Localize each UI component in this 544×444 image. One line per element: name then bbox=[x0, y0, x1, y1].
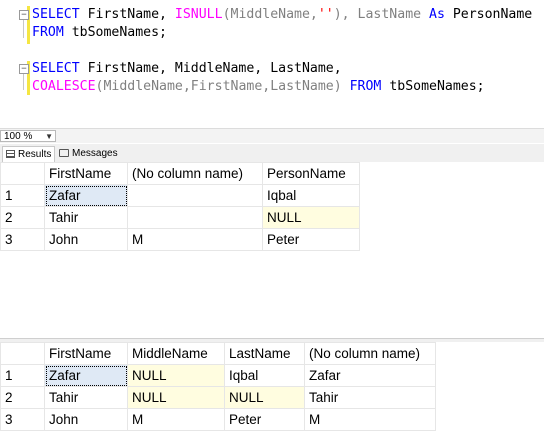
table-row[interactable]: 2 Tahir NULL bbox=[0, 206, 360, 229]
string-literal: '' bbox=[317, 7, 334, 22]
table-row[interactable]: 1 Zafar NULL Iqbal Zafar bbox=[0, 364, 436, 387]
table-cell[interactable]: M bbox=[127, 228, 263, 251]
header-row: FirstName (No column name) PersonName bbox=[0, 162, 360, 185]
keyword: As bbox=[429, 7, 445, 22]
code-text: FirstName, MiddleName, LastName, bbox=[79, 61, 342, 76]
results-table: FirstName MiddleName LastName (No column… bbox=[0, 342, 436, 431]
column-header[interactable]: MiddleName bbox=[127, 342, 225, 365]
tab-label: Messages bbox=[72, 148, 118, 159]
keyword: FROM bbox=[349, 79, 382, 94]
table-cell[interactable]: Zafar bbox=[304, 364, 436, 387]
results-tab-bar: Results Messages bbox=[0, 144, 544, 163]
keyword: SELECT bbox=[32, 61, 80, 76]
code-line[interactable]: SELECT FirstName, ISNULL(MiddleName,''),… bbox=[32, 6, 532, 24]
table-cell[interactable]: M bbox=[304, 408, 436, 431]
column-header[interactable]: FirstName bbox=[44, 342, 128, 365]
zoom-bar: 100 % ▼ bbox=[0, 128, 544, 143]
table-row[interactable]: 3 John M Peter bbox=[0, 228, 360, 251]
table-cell[interactable]: John bbox=[44, 228, 128, 251]
table-cell[interactable]: NULL bbox=[224, 386, 305, 409]
result-grid-2[interactable]: FirstName MiddleName LastName (No column… bbox=[0, 342, 544, 444]
table-cell[interactable]: Tahir bbox=[44, 206, 128, 229]
code-text: (MiddleName, bbox=[222, 7, 318, 22]
header-row: FirstName MiddleName LastName (No column… bbox=[0, 342, 436, 365]
table-cell[interactable] bbox=[127, 184, 263, 207]
query-editor[interactable]: − − SELECT FirstName, ISNULL(MiddleName,… bbox=[0, 0, 544, 128]
row-number[interactable]: 1 bbox=[0, 184, 45, 207]
code-line[interactable]: SELECT FirstName, MiddleName, LastName, bbox=[32, 60, 342, 78]
code-text: tbSomeNames; bbox=[381, 79, 485, 94]
code-text: PersonName bbox=[444, 7, 533, 22]
row-number[interactable]: 2 bbox=[0, 386, 45, 409]
table-cell[interactable]: Peter bbox=[224, 408, 305, 431]
row-number-header[interactable] bbox=[0, 162, 45, 185]
column-header[interactable]: PersonName bbox=[262, 162, 360, 185]
zoom-select[interactable]: 100 % ▼ bbox=[0, 130, 56, 142]
column-header[interactable]: (No column name) bbox=[304, 342, 436, 365]
table-cell[interactable]: NULL bbox=[127, 364, 225, 387]
row-number[interactable]: 1 bbox=[0, 364, 45, 387]
table-cell[interactable]: NULL bbox=[127, 386, 225, 409]
tab-results[interactable]: Results bbox=[2, 146, 55, 162]
table-cell[interactable] bbox=[127, 206, 263, 229]
table-row[interactable]: 3 John M Peter M bbox=[0, 408, 436, 431]
code-text: FirstName, bbox=[79, 7, 175, 22]
function-name: ISNULL bbox=[174, 7, 223, 22]
code-line[interactable]: FROM tbSomeNames; bbox=[32, 24, 167, 42]
table-row[interactable]: 2 Tahir NULL NULL Tahir bbox=[0, 386, 436, 409]
table-cell[interactable]: NULL bbox=[262, 206, 360, 229]
messages-icon bbox=[59, 149, 69, 157]
row-number[interactable]: 3 bbox=[0, 408, 45, 431]
collapse-icon[interactable]: − bbox=[19, 10, 29, 20]
code-text: ), LastName bbox=[333, 7, 430, 22]
code-text: tbSomeNames; bbox=[63, 25, 167, 40]
table-cell[interactable]: Tahir bbox=[304, 386, 436, 409]
collapse-icon[interactable]: − bbox=[19, 64, 29, 74]
function-name: COALESCE bbox=[32, 79, 96, 94]
tab-messages[interactable]: Messages bbox=[56, 146, 118, 161]
keyword: SELECT bbox=[32, 7, 80, 22]
table-cell[interactable]: Zafar bbox=[44, 184, 128, 207]
code-text: (MiddleName,FirstName,LastName) bbox=[95, 79, 350, 94]
chevron-down-icon: ▼ bbox=[45, 132, 53, 141]
results-table: FirstName (No column name) PersonName 1 … bbox=[0, 162, 360, 251]
fold-guide bbox=[23, 74, 25, 90]
column-header[interactable]: FirstName bbox=[44, 162, 128, 185]
row-number[interactable]: 2 bbox=[0, 206, 45, 229]
row-number[interactable]: 3 bbox=[0, 228, 45, 251]
table-row[interactable]: 1 Zafar Iqbal bbox=[0, 184, 360, 207]
result-grid-1[interactable]: FirstName (No column name) PersonName 1 … bbox=[0, 162, 544, 338]
table-cell[interactable]: Iqbal bbox=[224, 364, 305, 387]
code-line[interactable]: COALESCE(MiddleName,FirstName,LastName) … bbox=[32, 78, 485, 96]
zoom-value: 100 % bbox=[4, 131, 33, 142]
table-cell[interactable]: M bbox=[127, 408, 225, 431]
column-header[interactable]: LastName bbox=[224, 342, 305, 365]
table-cell[interactable]: Peter bbox=[262, 228, 360, 251]
grid-icon bbox=[6, 150, 15, 158]
table-cell[interactable]: Zafar bbox=[44, 364, 128, 387]
fold-guide bbox=[23, 20, 25, 38]
table-cell[interactable]: Tahir bbox=[44, 386, 128, 409]
keyword: FROM bbox=[32, 25, 64, 40]
tab-label: Results bbox=[18, 149, 52, 160]
row-number-header[interactable] bbox=[0, 342, 45, 365]
table-cell[interactable]: John bbox=[44, 408, 128, 431]
table-cell[interactable]: Iqbal bbox=[262, 184, 360, 207]
column-header[interactable]: (No column name) bbox=[127, 162, 263, 185]
